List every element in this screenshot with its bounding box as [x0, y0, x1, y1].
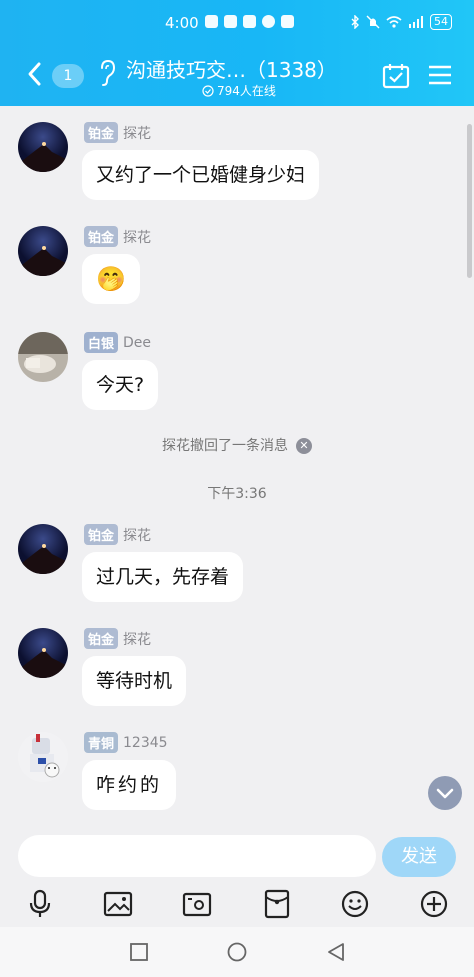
message-bubble[interactable]: 过几天，先存着: [82, 552, 244, 602]
message-bubble[interactable]: 等待时机: [82, 656, 187, 706]
microphone-icon[interactable]: [25, 889, 55, 919]
plus-icon[interactable]: [419, 889, 449, 919]
input-toolbar: [0, 885, 474, 927]
recall-notice: 探花撤回了一条消息 ✕: [0, 435, 474, 455]
square-icon[interactable]: [128, 941, 150, 963]
username[interactable]: 12345: [123, 735, 168, 751]
app-icon: [262, 15, 275, 28]
chat-area[interactable]: 铂金 探花 又约了一个已婚健身少妇 铂金 探花 🤭 白银 Dee 今天? 探花撤…: [0, 106, 474, 825]
system-icons: 54: [350, 14, 452, 30]
status-time: 4:00: [165, 14, 199, 32]
level-badge: 铂金: [84, 628, 119, 649]
back-icon[interactable]: [24, 60, 46, 88]
cart-icon: [205, 15, 218, 28]
image-icon[interactable]: [103, 889, 133, 919]
app-icon: [243, 15, 256, 28]
username[interactable]: 探花: [123, 525, 151, 545]
send-button[interactable]: 发送: [382, 837, 456, 877]
wifi-icon: [386, 16, 402, 28]
level-badge: 铂金: [84, 524, 119, 545]
avatar[interactable]: [18, 226, 68, 276]
message-bubble[interactable]: 又约了一个已婚健身少妇: [82, 150, 320, 200]
online-check-icon: [202, 84, 214, 97]
level-badge: 白银: [84, 332, 119, 353]
online-text: 794人在线: [217, 84, 276, 98]
triangle-back-icon[interactable]: [325, 941, 347, 963]
message-meta: 铂金 探花: [84, 524, 151, 545]
emoji-hand-over-mouth-icon: 🤭: [96, 265, 126, 293]
message-meta: 铂金 探花: [84, 628, 151, 649]
avatar[interactable]: [18, 524, 68, 574]
menu-icon[interactable]: [428, 64, 452, 86]
scrollbar[interactable]: [467, 124, 472, 278]
circle-icon[interactable]: [226, 941, 248, 963]
message-bubble[interactable]: 今天?: [82, 360, 159, 410]
message-meta: 白银 Dee: [84, 332, 151, 353]
close-icon[interactable]: ✕: [296, 438, 312, 454]
unread-badge[interactable]: 1: [52, 64, 84, 88]
level-badge: 铂金: [84, 122, 119, 143]
message-meta: 铂金 探花: [84, 226, 151, 247]
group-title[interactable]: 沟通技巧交…（1338）: [126, 54, 337, 83]
message-bubble[interactable]: 🤭: [82, 254, 140, 304]
header: 4:00 54 1 沟通技巧交…（1338） 794人在线: [0, 0, 474, 106]
app-icon: [281, 15, 294, 28]
avatar[interactable]: [18, 332, 68, 382]
recall-text: 探花撤回了一条消息: [162, 438, 288, 454]
level-badge: 青铜: [84, 732, 119, 753]
message-meta: 铂金 探花: [84, 122, 151, 143]
emoji-icon[interactable]: [340, 889, 370, 919]
system-nav-bar: [0, 927, 474, 977]
camera-icon[interactable]: [182, 889, 212, 919]
username[interactable]: 探花: [123, 629, 151, 649]
status-bar: 4:00 54: [0, 14, 474, 36]
red-packet-icon[interactable]: [262, 889, 292, 919]
notification-icons: [205, 15, 294, 28]
username[interactable]: 探花: [123, 227, 151, 247]
input-bar: 发送: [0, 825, 474, 885]
avatar[interactable]: [18, 122, 68, 172]
battery-indicator: 54: [430, 14, 452, 30]
avatar[interactable]: [18, 628, 68, 678]
username[interactable]: 探花: [123, 123, 151, 143]
signal-icon: [409, 16, 423, 28]
title-bar: 1 沟通技巧交…（1338） 794人在线: [0, 52, 474, 102]
scroll-down-icon[interactable]: [428, 776, 462, 810]
message-meta: 青铜 12345: [84, 732, 168, 753]
message-input[interactable]: [18, 835, 376, 877]
ear-icon[interactable]: [96, 58, 118, 88]
username[interactable]: Dee: [123, 335, 151, 351]
online-count: 794人在线: [202, 82, 276, 99]
message-bubble[interactable]: 咋约的: [82, 760, 177, 810]
avatar[interactable]: [18, 732, 68, 782]
bluetooth-icon: [351, 15, 359, 29]
app-icon: [224, 15, 237, 28]
time-divider: 下午3:36: [207, 486, 267, 502]
level-badge: 铂金: [84, 226, 119, 247]
calendar-check-icon[interactable]: [382, 62, 410, 90]
mute-icon: [366, 15, 380, 29]
